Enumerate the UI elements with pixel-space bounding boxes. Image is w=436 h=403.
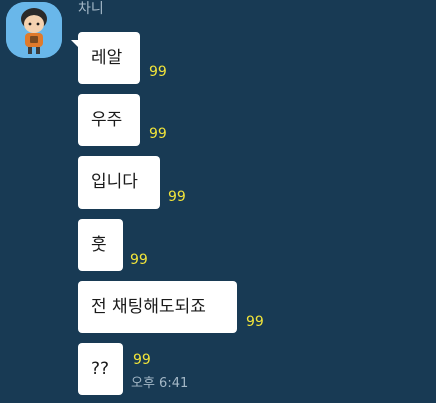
unread-count: 99 [149, 126, 167, 142]
sender-avatar[interactable] [6, 2, 62, 58]
sender-name: 차니 [78, 1, 104, 17]
message-bubble[interactable]: ?? [78, 343, 123, 395]
message-text: ?? [91, 359, 110, 379]
message-text: 훗 [91, 235, 107, 255]
message-text: 전 채팅해도되죠 [91, 297, 206, 317]
unread-count: 99 [168, 189, 186, 205]
message-bubble[interactable]: 입니다 [78, 156, 160, 209]
message-text: 레알 [91, 48, 123, 68]
message-bubble[interactable]: 우주 [78, 94, 140, 146]
message-text: 입니다 [91, 172, 138, 192]
unread-count: 99 [149, 64, 167, 80]
unread-count: 99 [246, 314, 264, 330]
unread-count: 99 [130, 252, 148, 268]
message-timestamp: 오후 6:41 [131, 376, 189, 391]
message-bubble[interactable]: 전 채팅해도되죠 [78, 281, 237, 333]
message-bubble[interactable]: 레알 [71, 32, 140, 84]
cartoon-character-avatar-icon [6, 2, 62, 58]
unread-count: 99 [133, 352, 151, 368]
message-bubble[interactable]: 훗 [78, 219, 123, 271]
message-text: 우주 [91, 110, 123, 130]
